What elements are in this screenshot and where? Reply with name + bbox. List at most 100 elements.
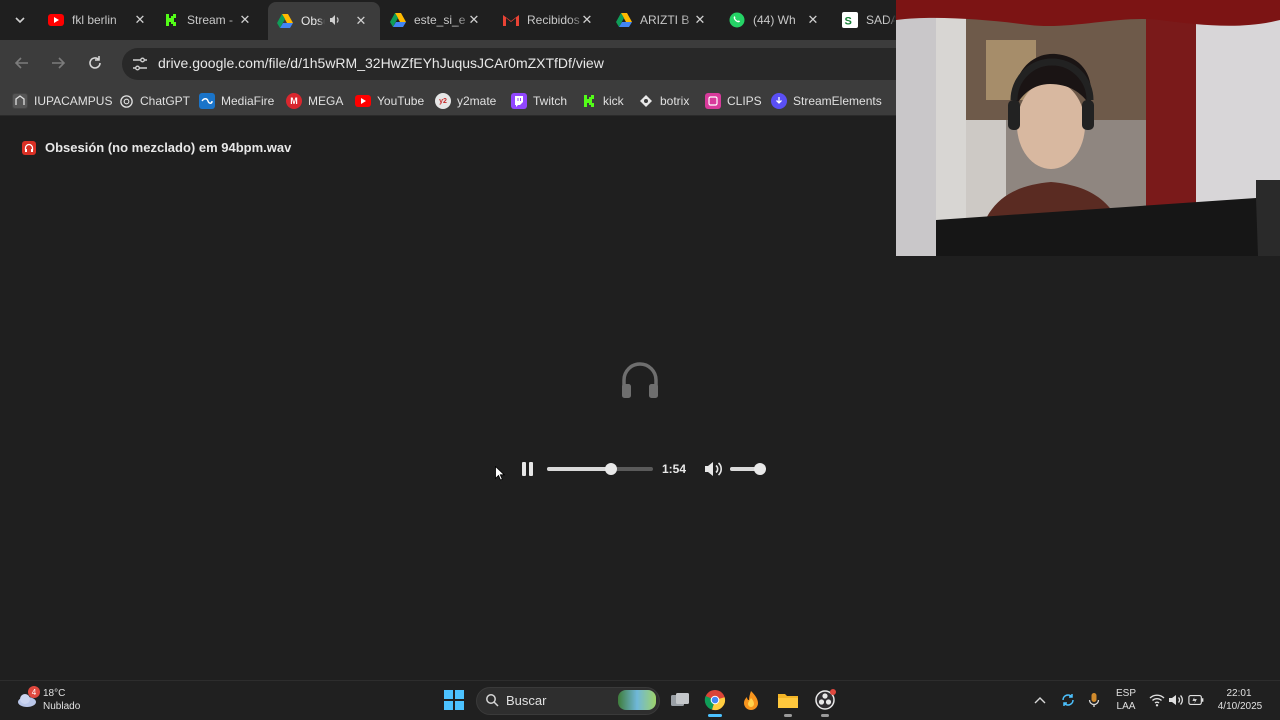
site-settings-icon[interactable] bbox=[132, 56, 148, 72]
battery-icon[interactable] bbox=[1188, 692, 1204, 708]
google-drive-icon bbox=[616, 12, 632, 28]
bookmark-streamelements[interactable]: StreamElements bbox=[771, 92, 882, 110]
whatsapp-icon bbox=[729, 12, 745, 28]
bookmark-label: IUPACAMPUS bbox=[34, 94, 113, 108]
bookmark-twitch[interactable]: Twitch bbox=[511, 92, 567, 110]
task-view-icon[interactable] bbox=[668, 688, 692, 712]
bookmark-label: Twitch bbox=[533, 94, 568, 108]
obs-icon[interactable] bbox=[813, 688, 837, 712]
chatgpt-icon bbox=[118, 93, 134, 109]
tab-4[interactable]: Recibidos ✕ bbox=[503, 6, 595, 34]
chrome-icon[interactable] bbox=[703, 688, 727, 712]
bookmark-kick[interactable]: kick bbox=[581, 92, 624, 110]
tab-title: (44) Wh bbox=[753, 13, 796, 27]
gmail-icon bbox=[503, 12, 519, 28]
kick-icon bbox=[581, 93, 597, 109]
clips-icon bbox=[705, 93, 721, 109]
bookmark-label: StreamElements bbox=[793, 94, 882, 108]
tab-close-icon[interactable]: ✕ bbox=[353, 13, 369, 29]
headphones-icon bbox=[620, 360, 660, 400]
tab-close-icon[interactable]: ✕ bbox=[466, 12, 482, 28]
mediafire-icon bbox=[199, 93, 215, 109]
weather-description: Nublado bbox=[43, 701, 81, 712]
sheets-icon: S bbox=[842, 12, 858, 28]
sync-icon[interactable] bbox=[1060, 692, 1076, 708]
clock-date[interactable]: 4/10/2025 bbox=[1212, 701, 1268, 712]
tab-title: ARIZTI B bbox=[640, 13, 690, 27]
bookmark-clips[interactable]: CLIPS bbox=[705, 92, 762, 110]
volume-icon[interactable] bbox=[703, 460, 723, 478]
tab-7[interactable]: S SADAI bbox=[842, 6, 896, 34]
mega-icon: M bbox=[286, 93, 302, 109]
tab-6[interactable]: (44) Wh ✕ bbox=[729, 6, 821, 34]
tab-2-active[interactable]: Obsesión ✕ bbox=[268, 2, 380, 40]
tab-close-icon[interactable]: ✕ bbox=[692, 12, 708, 28]
obs-running-indicator bbox=[821, 714, 829, 717]
iupa-icon bbox=[12, 93, 28, 109]
file-explorer-icon[interactable] bbox=[776, 688, 800, 712]
pause-icon[interactable] bbox=[519, 462, 535, 478]
seek-thumb[interactable] bbox=[604, 463, 617, 475]
audio-file-icon bbox=[22, 141, 36, 155]
tab-title: SADAI bbox=[866, 13, 896, 27]
tab-close-icon[interactable]: ✕ bbox=[579, 12, 595, 28]
bookmark-mediafire[interactable]: MediaFire bbox=[199, 92, 274, 110]
bookmark-label: kick bbox=[603, 94, 624, 108]
bookmark-label: MediaFire bbox=[221, 94, 275, 108]
bookmark-youtube[interactable]: YouTube bbox=[355, 92, 424, 110]
windows-start-icon[interactable] bbox=[444, 690, 464, 710]
playback-time: 1:54 bbox=[662, 462, 687, 476]
tab-title: fkl berlin bbox=[72, 13, 117, 27]
webcam-overlay bbox=[896, 0, 1280, 256]
tab-3[interactable]: este_si_e ✕ bbox=[390, 6, 482, 34]
tab-1[interactable]: Stream - ✕ bbox=[163, 6, 253, 34]
weather-badge: 4 bbox=[28, 686, 40, 698]
taskbar-search-text: Buscar bbox=[506, 693, 547, 708]
mouse-cursor-icon bbox=[495, 465, 506, 481]
bookmark-label: CLIPS bbox=[727, 94, 762, 108]
tab-5[interactable]: ARIZTI B ✕ bbox=[616, 6, 708, 34]
url-text[interactable]: drive.google.com/file/d/1h5wRM_32HwZfEYh… bbox=[158, 55, 604, 71]
bookmark-y2mate[interactable]: y2 y2mate bbox=[435, 92, 496, 110]
back-arrow-icon[interactable] bbox=[10, 51, 34, 75]
streamelements-icon bbox=[771, 93, 787, 109]
y2mate-icon: y2 bbox=[435, 93, 451, 109]
screen: fkl berlin ✕ Stream - ✕ Obsesión ✕ este bbox=[0, 0, 1280, 720]
google-drive-icon bbox=[390, 12, 406, 28]
tab-close-icon[interactable]: ✕ bbox=[805, 12, 821, 28]
volume-thumb[interactable] bbox=[754, 463, 766, 475]
file-title: Obsesión (no mezclado) em 94bpm.wav bbox=[45, 140, 292, 155]
forward-arrow-icon[interactable] bbox=[46, 51, 70, 75]
twitch-icon bbox=[511, 93, 527, 109]
wifi-icon[interactable] bbox=[1149, 692, 1165, 708]
microphone-icon[interactable] bbox=[1086, 692, 1102, 708]
volume-slider[interactable] bbox=[730, 463, 766, 475]
fl-studio-icon[interactable] bbox=[739, 688, 763, 712]
bookmark-mega[interactable]: M MEGA bbox=[286, 92, 343, 110]
tab-close-icon[interactable]: ✕ bbox=[237, 12, 253, 28]
bookmark-label: botrix bbox=[660, 94, 690, 108]
seek-slider[interactable] bbox=[547, 463, 653, 475]
tab-audio-speaker-icon[interactable] bbox=[329, 14, 341, 29]
tab-0[interactable]: fkl berlin ✕ bbox=[48, 6, 148, 34]
bookmark-chatgpt[interactable]: ChatGPT bbox=[118, 92, 190, 110]
keyboard-layout[interactable]: LAA bbox=[1112, 701, 1140, 712]
bookmark-label: MEGA bbox=[308, 94, 344, 108]
tab-close-icon[interactable]: ✕ bbox=[132, 12, 148, 28]
bookmark-botrix[interactable]: botrix bbox=[638, 92, 689, 110]
kick-icon bbox=[163, 12, 179, 28]
botrix-icon bbox=[638, 93, 654, 109]
seek-progress bbox=[547, 467, 611, 471]
explorer-running-indicator bbox=[784, 714, 792, 717]
bookmark-iupacampus[interactable]: IUPACAMPUS bbox=[12, 92, 112, 110]
language-code[interactable]: ESP bbox=[1112, 688, 1140, 699]
search-icon bbox=[485, 693, 499, 707]
tab-search-chevron-down-icon[interactable] bbox=[8, 8, 32, 32]
bookmark-label: y2mate bbox=[457, 94, 497, 108]
clock-time[interactable]: 22:01 bbox=[1214, 688, 1264, 699]
speaker-icon[interactable] bbox=[1168, 692, 1184, 708]
youtube-icon bbox=[48, 12, 64, 28]
chevron-up-icon[interactable] bbox=[1032, 692, 1048, 708]
search-highlight-image bbox=[618, 690, 656, 710]
reload-icon[interactable] bbox=[83, 51, 107, 75]
